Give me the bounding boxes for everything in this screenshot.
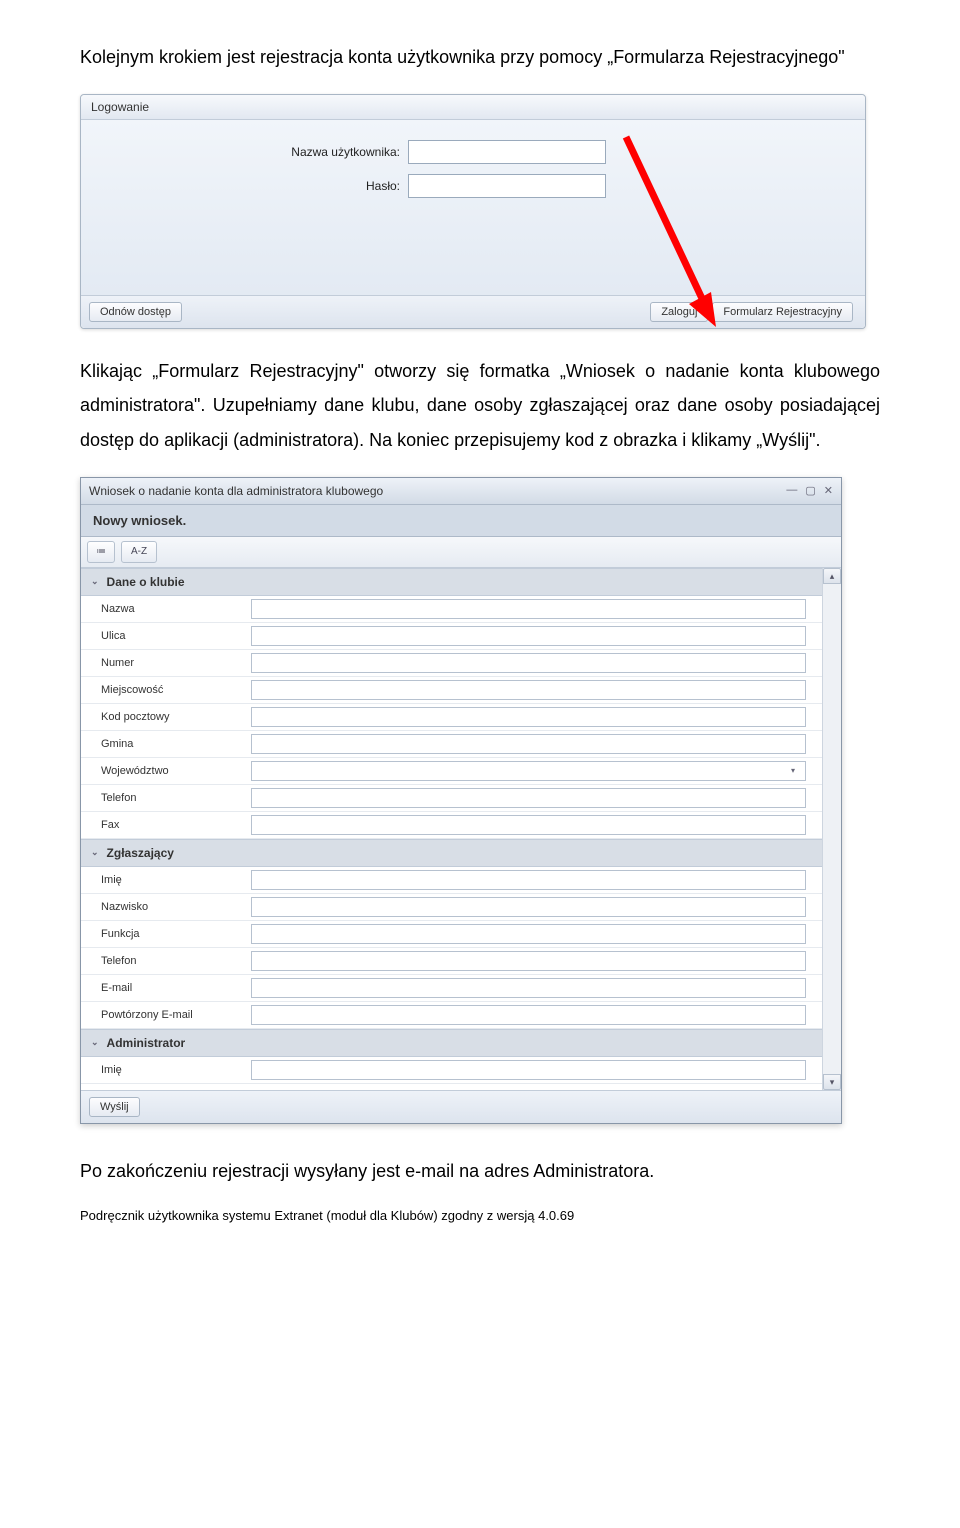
club-fax-input[interactable] [251, 815, 806, 835]
club-phone-input[interactable] [251, 788, 806, 808]
section-reporter-header[interactable]: ⌄ Zgłaszający [81, 839, 822, 867]
reporter-email2-label: Powtórzony E-mail [81, 1009, 251, 1021]
register-form-button[interactable]: Formularz Rejestracyjny [712, 302, 853, 322]
close-icon[interactable]: ✕ [824, 484, 833, 497]
list-view-button[interactable]: ≔ [87, 541, 115, 563]
club-fax-label: Fax [81, 819, 251, 831]
section-admin-header[interactable]: ⌄ Administrator [81, 1029, 822, 1057]
reporter-function-label: Funkcja [81, 928, 251, 940]
club-phone-label: Telefon [81, 792, 251, 804]
admin-fname-label: Imię [81, 1064, 251, 1076]
admin-request-window: Wniosek o nadanie konta dla administrato… [80, 477, 842, 1124]
recover-access-button[interactable]: Odnów dostęp [89, 302, 182, 322]
club-gmina-input[interactable] [251, 734, 806, 754]
login-panel: Logowanie Nazwa użytkownika: Hasło: Od [80, 94, 866, 329]
reporter-lname-input[interactable] [251, 897, 806, 917]
club-voivodeship-label: Województwo [81, 765, 251, 777]
club-postcode-label: Kod pocztowy [81, 711, 251, 723]
page-footer: Podręcznik użytkownika systemu Extranet … [80, 1208, 880, 1223]
reporter-lname-label: Nazwisko [81, 901, 251, 913]
send-button[interactable]: Wyślij [89, 1097, 140, 1117]
password-label: Hasło: [140, 179, 408, 193]
intro-paragraph-1: Kolejnym krokiem jest rejestracja konta … [80, 40, 880, 74]
reporter-phone-label: Telefon [81, 955, 251, 967]
club-number-label: Numer [81, 657, 251, 669]
club-gmina-label: Gmina [81, 738, 251, 750]
reporter-email-input[interactable] [251, 978, 806, 998]
club-street-input[interactable] [251, 626, 806, 646]
sort-az-button[interactable]: A-Z [121, 541, 157, 563]
club-street-label: Ulica [81, 630, 251, 642]
password-input[interactable] [408, 174, 606, 198]
login-panel-title: Logowanie [81, 95, 865, 120]
chevron-down-icon: ⌄ [91, 847, 99, 858]
intro-paragraph-2: Klikając „Formularz Rejestracyjny" otwor… [80, 354, 880, 457]
club-name-label: Nazwa [81, 603, 251, 615]
closing-paragraph: Po zakończeniu rejestracji wysyłany jest… [80, 1154, 880, 1188]
section-reporter-title: Zgłaszający [107, 846, 174, 860]
reporter-fname-label: Imię [81, 874, 251, 886]
scroll-down-icon[interactable]: ▾ [823, 1074, 841, 1090]
login-button[interactable]: Zaloguj [650, 302, 708, 322]
reporter-email2-input[interactable] [251, 1005, 806, 1025]
club-city-input[interactable] [251, 680, 806, 700]
chevron-down-icon: ▾ [785, 766, 801, 775]
club-name-input[interactable] [251, 599, 806, 619]
reporter-function-input[interactable] [251, 924, 806, 944]
admin-fname-input[interactable] [251, 1060, 806, 1080]
scrollbar[interactable]: ▴ ▾ [822, 568, 841, 1090]
club-postcode-input[interactable] [251, 707, 806, 727]
section-admin-title: Administrator [107, 1036, 186, 1050]
club-number-input[interactable] [251, 653, 806, 673]
maximize-icon[interactable]: ▢ [805, 484, 815, 497]
chevron-down-icon: ⌄ [91, 576, 99, 587]
club-city-label: Miejscowość [81, 684, 251, 696]
section-club-header[interactable]: ⌄ Dane o klubie [81, 568, 822, 596]
reporter-email-label: E-mail [81, 982, 251, 994]
club-voivodeship-select[interactable]: ▾ [251, 761, 806, 781]
username-input[interactable] [408, 140, 606, 164]
reporter-fname-input[interactable] [251, 870, 806, 890]
username-label: Nazwa użytkownika: [140, 145, 408, 159]
window-title: Wniosek o nadanie konta dla administrato… [89, 484, 786, 498]
scroll-up-icon[interactable]: ▴ [823, 568, 841, 584]
section-club-title: Dane o klubie [107, 575, 185, 589]
minimize-icon[interactable]: — [786, 484, 797, 497]
reporter-phone-input[interactable] [251, 951, 806, 971]
window-subtitle: Nowy wniosek. [81, 505, 841, 537]
chevron-down-icon: ⌄ [91, 1037, 99, 1048]
